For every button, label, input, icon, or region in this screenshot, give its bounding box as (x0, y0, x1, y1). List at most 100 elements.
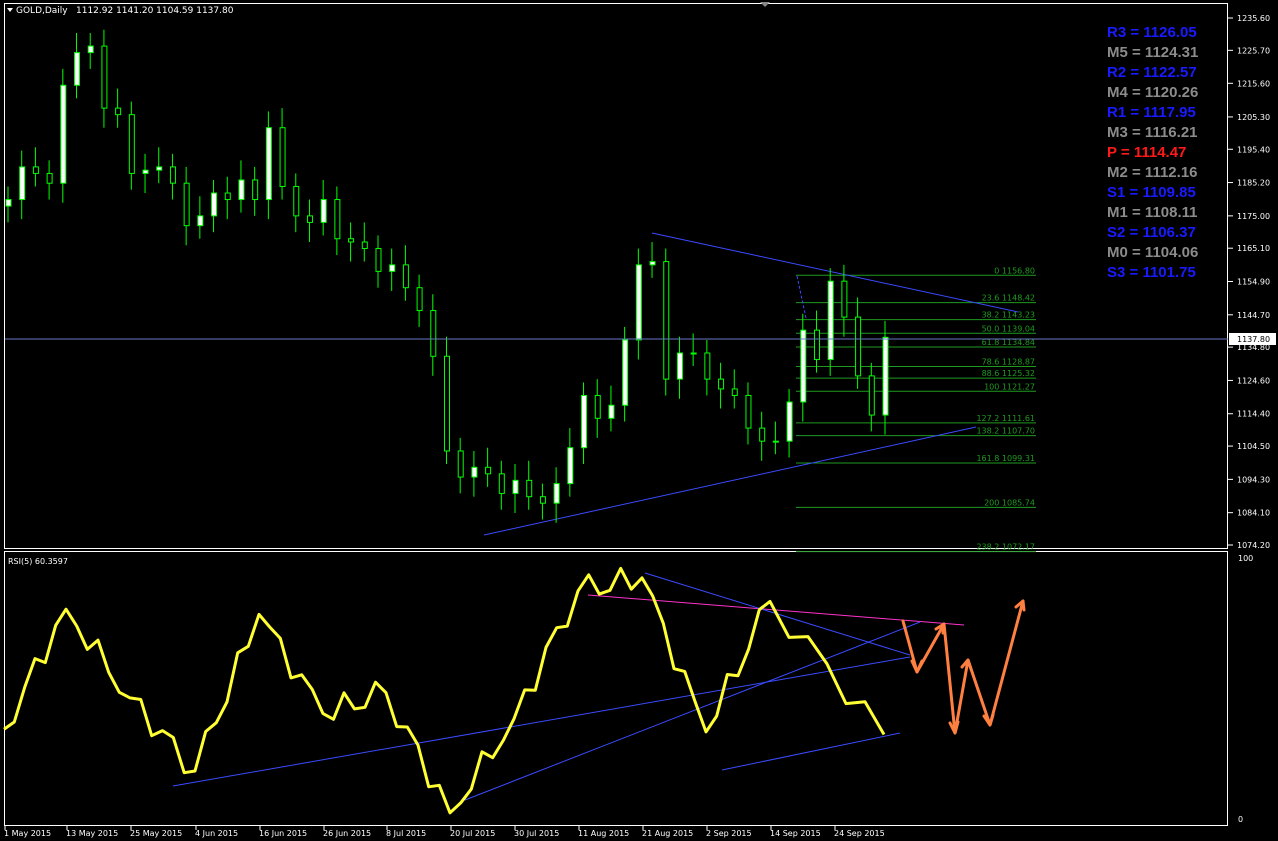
price-tick-label: 1104.50 (1237, 442, 1270, 451)
bull-candle (553, 483, 560, 504)
bull-candle (60, 84, 67, 184)
rsi-blue-line-3 (464, 621, 921, 801)
bear-candle (128, 114, 135, 174)
bull-candle (197, 215, 204, 227)
bear-candle (348, 238, 355, 243)
bear-candle (115, 107, 122, 116)
bull-candle (211, 192, 218, 217)
dropdown-triangle-icon[interactable] (7, 8, 13, 12)
price-tick-label: 1094.30 (1237, 475, 1270, 484)
bull-candle (581, 394, 588, 449)
bull-candle (389, 264, 396, 272)
bear-candle (430, 310, 437, 357)
bear-candle (718, 378, 725, 390)
bear-candle (183, 182, 190, 227)
current-price-value: 1137.80 (1237, 335, 1270, 344)
bear-candle (841, 280, 848, 318)
bear-candle (101, 45, 108, 109)
bear-candle (855, 316, 862, 377)
date-tick-label: 11 Aug 2015 (578, 829, 629, 838)
bull-candle (786, 401, 793, 442)
bear-candle (526, 479, 533, 498)
price-tick-label: 1195.40 (1237, 145, 1270, 154)
bear-candle (46, 172, 53, 184)
price-tick-label: 1114.40 (1237, 410, 1270, 419)
price-tick-label: 1144.70 (1237, 311, 1270, 320)
trendlines (483, 232, 1019, 536)
pivot-level-label: S2 = 1106.37 (1107, 224, 1196, 241)
bull-candle (265, 127, 272, 201)
rsi-blue-line-2 (172, 656, 911, 787)
bull-candle (142, 169, 149, 174)
pivot-level-label: M3 = 1116.21 (1107, 124, 1198, 141)
bear-candle (745, 394, 752, 429)
date-tick-label: 20 Jul 2015 (450, 829, 495, 838)
date-axis: 1 May 2015 13 May 2015 25 May 2015 4 Jun 20… (4, 826, 885, 838)
bull-candle (87, 45, 94, 54)
price-tick-label: 1235.60 (1237, 14, 1270, 23)
price-tick-label: 1215.60 (1237, 79, 1270, 88)
bull-candle (772, 440, 779, 443)
bear-candle (169, 166, 176, 184)
date-tick-label: 30 Jul 2015 (514, 829, 559, 838)
bull-candle (676, 352, 683, 380)
bear-candle (252, 179, 259, 201)
bear-candle (868, 375, 875, 416)
bear-candle (306, 215, 313, 223)
date-tick-label: 8 Jul 2015 (386, 829, 426, 838)
fib-level-label: 23.6 1148.42 (982, 294, 1035, 303)
price-tick-label: 1225.70 (1237, 46, 1270, 55)
bull-candle (690, 352, 697, 355)
bull-candle (622, 339, 629, 406)
bull-candle (74, 52, 81, 86)
pivot-level-label: S3 = 1101.75 (1107, 264, 1196, 281)
pivot-level-label: M2 = 1112.16 (1107, 164, 1198, 181)
bear-candle (663, 261, 670, 380)
date-tick-label: 24 Sep 2015 (834, 829, 885, 838)
bear-candle (498, 473, 505, 494)
bull-candle (827, 280, 834, 361)
bear-candle (444, 355, 450, 452)
pivot-level-label: M1 = 1108.11 (1107, 204, 1198, 221)
price-tick-label: 1205.30 (1237, 113, 1270, 122)
ohlc-values: 1112.92 1141.20 1104.59 1137.80 (76, 6, 234, 16)
rsi-trendlines (172, 572, 965, 801)
bear-candle (731, 388, 738, 396)
pivot-level-label: R2 = 1122.57 (1107, 64, 1197, 81)
bull-candle (567, 447, 574, 485)
bull-candle (238, 179, 245, 201)
fib-level-label: 38.2 1143.23 (982, 311, 1035, 320)
scroll-marker-icon[interactable] (760, 2, 770, 7)
bear-candle (813, 329, 820, 361)
pivot-levels: R3 = 1126.05 M5 = 1124.31 R2 = 1122.57 M4 =… (1107, 24, 1198, 281)
candlestick-series (5, 29, 889, 523)
rsi-axis-100: 100 (1238, 554, 1253, 563)
bull-candle (320, 199, 327, 223)
bear-candle (704, 352, 711, 380)
pivot-level-label: P = 1114.47 (1107, 144, 1186, 161)
price-tick-label: 1185.20 (1237, 179, 1270, 188)
bull-candle (882, 336, 889, 416)
date-tick-label: 26 Jun 2015 (323, 829, 371, 838)
rsi-axis-0: 0 (1238, 815, 1243, 824)
bull-candle (5, 199, 12, 207)
bull-candle (471, 466, 478, 478)
bear-candle (279, 127, 286, 187)
fib-level-label: 78.6 1128.87 (982, 357, 1035, 366)
bear-candle (361, 241, 368, 250)
date-tick-label: 21 Aug 2015 (642, 829, 693, 838)
bear-candle (485, 466, 492, 475)
price-axis: 1235.60 1225.70 1215.60 1205.30 1195.40 1185.… (1228, 14, 1270, 550)
bear-candle (32, 166, 39, 174)
bull-candle (608, 404, 615, 419)
date-tick-label: 13 May 2015 (66, 829, 118, 838)
fib-level-label: 238.2 1072.17 (976, 543, 1035, 552)
fib-level-label: 88.6 1125.32 (982, 369, 1035, 378)
bull-candle (649, 261, 656, 266)
upper-trendline (651, 232, 1019, 313)
fib-level-label: 127.2 1111.61 (976, 414, 1035, 423)
price-tick-label: 1084.10 (1237, 509, 1270, 518)
bull-candle (635, 264, 642, 341)
projection-arrows (901, 599, 1026, 735)
symbol-label: GOLD,Daily (16, 6, 68, 16)
